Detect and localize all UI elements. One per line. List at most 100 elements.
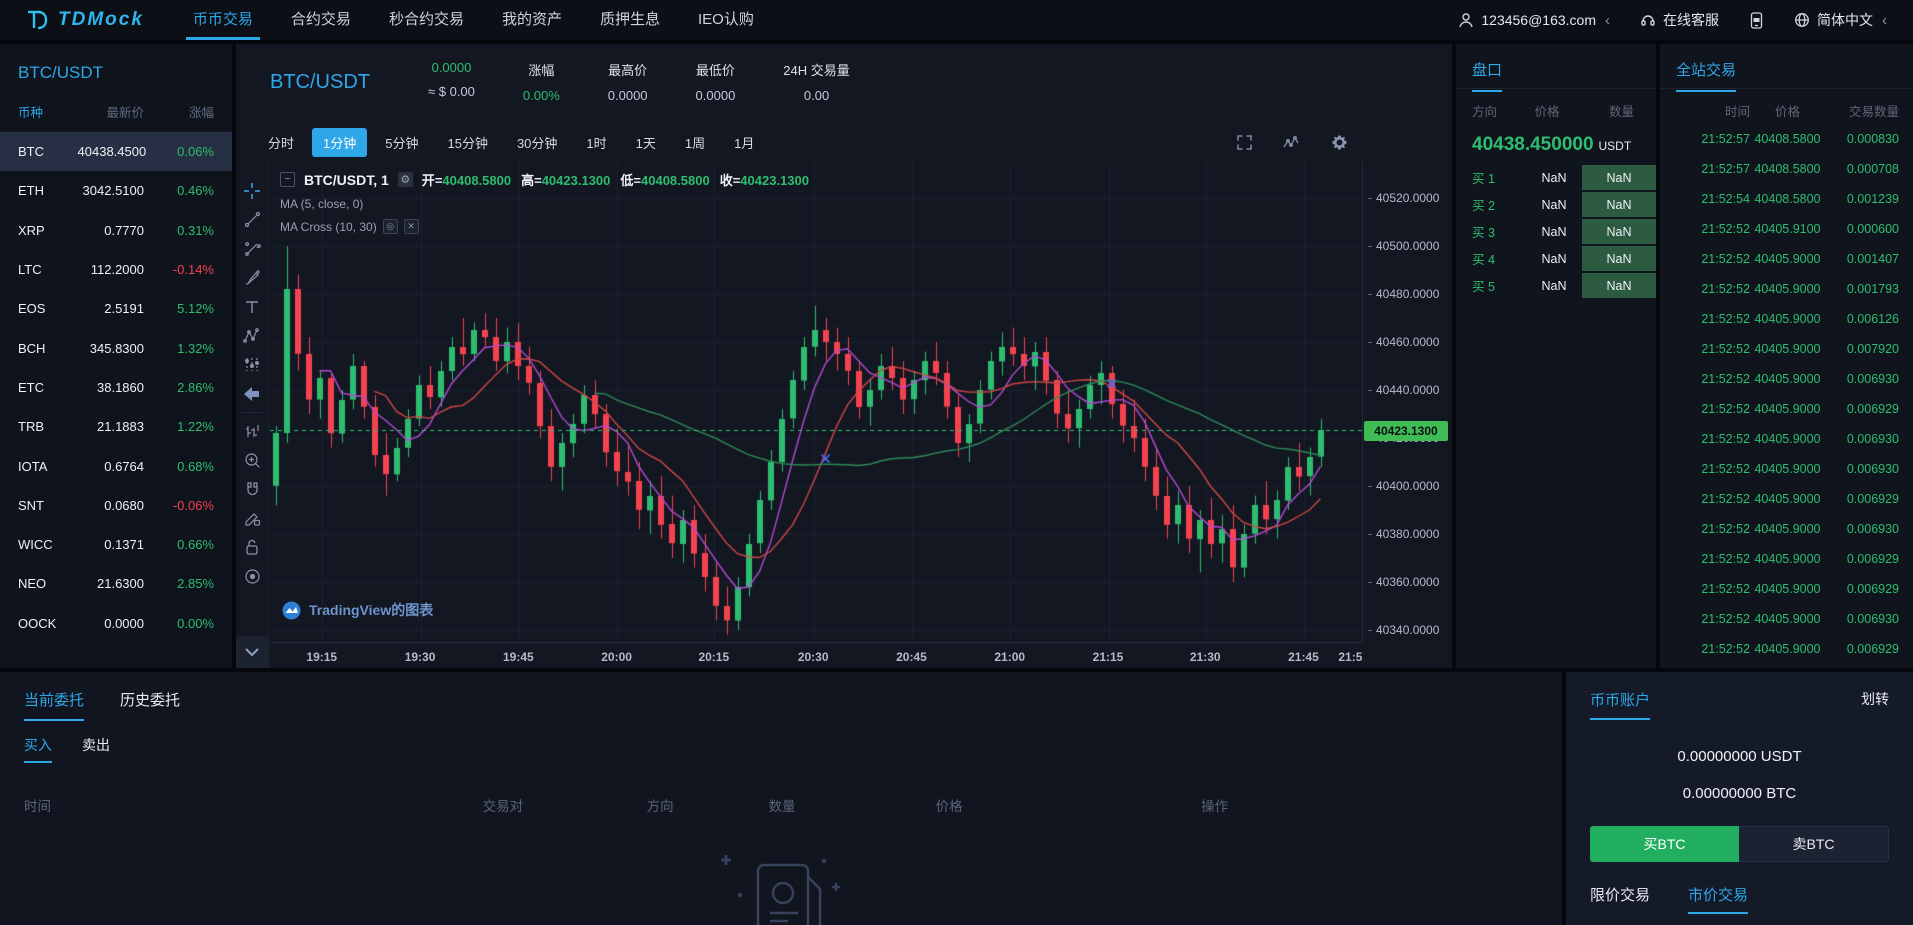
online-support[interactable]: 在线客服 [1640, 10, 1719, 30]
timeframe-1天[interactable]: 1天 [625, 128, 667, 157]
coin-row-IOTA[interactable]: IOTA0.67640.68% [0, 446, 232, 485]
user-account-menu[interactable]: 123456@163.com ‹ [1458, 12, 1610, 29]
trade-row[interactable]: 21:52:5240405.90000.006930 [1660, 364, 1913, 394]
tab-spot-account[interactable]: 币币账户 [1590, 689, 1650, 720]
trade-row[interactable]: 21:52:5240405.90000.006930 [1660, 514, 1913, 544]
indicator-show-icon[interactable]: ◎ [383, 219, 398, 234]
coin-row-EOS[interactable]: EOS2.51915.12% [0, 289, 232, 328]
language-switcher[interactable]: 简体中文 ‹ [1794, 10, 1887, 30]
trade-row[interactable]: 21:52:5740408.58000.000708 [1660, 154, 1913, 184]
transfer-link[interactable]: 划转 [1861, 689, 1889, 709]
price-axis[interactable]: 40520.000040500.000040480.000040460.0000… [1362, 162, 1453, 642]
series-settings-gear-icon[interactable]: ⚙ [398, 172, 413, 187]
trade-row[interactable]: 21:52:5240405.90000.006930 [1660, 424, 1913, 454]
coin-row-TRB[interactable]: TRB21.18831.22% [0, 407, 232, 446]
app-download[interactable] [1749, 12, 1764, 29]
timeframe-1分钟[interactable]: 1分钟 [312, 128, 367, 157]
navbar-right: 123456@163.com ‹ 在线客服 简体中文 ‹ [1458, 10, 1913, 30]
trade-row[interactable]: 21:52:5740408.58000.000830 [1660, 124, 1913, 154]
col-change[interactable]: 涨幅 [158, 102, 214, 121]
draw-edit-icon[interactable] [236, 504, 269, 533]
timeframe-5分钟[interactable]: 5分钟 [374, 128, 429, 157]
trade-row[interactable]: 21:52:5240405.91000.000600 [1660, 214, 1913, 244]
trade-row[interactable]: 21:52:5240405.90000.006929 [1660, 394, 1913, 424]
ohlc-values: 开=40408.5800 高=40423.1300 低=40408.5800 收… [422, 170, 809, 189]
trade-row[interactable]: 21:52:5240405.90000.006930 [1660, 454, 1913, 484]
fullscreen-icon[interactable] [1236, 134, 1253, 151]
coin-row-OOCK[interactable]: OOCK0.00000.00% [0, 604, 232, 643]
timeframe-1周[interactable]: 1周 [674, 128, 716, 157]
orderbook-row[interactable]: 买 3NaNNaN [1456, 218, 1656, 245]
nav-item-合约交易[interactable]: 合约交易 [272, 0, 370, 40]
tab-市价交易[interactable]: 市价交易 [1688, 884, 1748, 914]
trendline-icon[interactable] [236, 205, 269, 234]
nav-item-IEO认购[interactable]: IEO认购 [679, 0, 773, 40]
nav-item-我的资产[interactable]: 我的资产 [483, 0, 581, 40]
trade-row[interactable]: 21:52:5240405.90000.006929 [1660, 574, 1913, 604]
lock-icon[interactable] [236, 533, 269, 562]
coin-row-XRP[interactable]: XRP0.77700.31% [0, 211, 232, 250]
magnet-icon[interactable] [236, 475, 269, 504]
nav-item-质押生息[interactable]: 质押生息 [581, 0, 679, 40]
trade-row[interactable]: 21:52:5240405.90000.006929 [1660, 634, 1913, 664]
coin-row-ETH[interactable]: ETH3042.51000.46% [0, 171, 232, 210]
coin-row-BTC[interactable]: BTC40438.45000.06% [0, 132, 232, 171]
orderbook-row[interactable]: 买 5NaNNaN [1456, 272, 1656, 299]
chart-settings-gear-icon[interactable] [1331, 134, 1348, 151]
bar-pattern-icon[interactable] [236, 417, 269, 446]
collapse-legend-icon[interactable]: − [280, 172, 295, 187]
orderbook-row[interactable]: 买 1NaNNaN [1456, 164, 1656, 191]
subtab-买入[interactable]: 买入 [24, 735, 52, 763]
usdt-balance: 0.00000000 USDT [1566, 738, 1913, 775]
orderbook-row[interactable]: 买 4NaNNaN [1456, 245, 1656, 272]
xabcd-pattern-icon[interactable] [236, 321, 269, 350]
trade-row[interactable]: 21:52:5240405.90000.001793 [1660, 274, 1913, 304]
trade-row[interactable]: 21:52:5240405.90000.006930 [1660, 604, 1913, 634]
timeframe-15分钟[interactable]: 15分钟 [436, 128, 498, 157]
candlestick-chart[interactable] [270, 162, 1362, 642]
coin-change: 0.68% [158, 459, 214, 474]
nav-item-秒合约交易[interactable]: 秒合约交易 [370, 0, 483, 40]
crosshair-icon[interactable] [236, 176, 269, 205]
zoom-in-icon[interactable] [236, 446, 269, 475]
trade-row[interactable]: 21:52:5240405.90000.006929 [1660, 544, 1913, 574]
trade-row[interactable]: 21:52:5240405.90000.006929 [1660, 484, 1913, 514]
timeframe-分时[interactable]: 分时 [257, 128, 305, 157]
timeframe-1月[interactable]: 1月 [723, 128, 765, 157]
logo[interactable]: TDMock [0, 7, 174, 33]
tab-当前委托[interactable]: 当前委托 [24, 689, 84, 721]
time-axis[interactable]: 19:1519:3019:4520:0020:1520:3020:4521:00… [270, 642, 1362, 669]
tab-历史委托[interactable]: 历史委托 [120, 689, 180, 721]
indicator-remove-icon[interactable]: ✕ [404, 219, 419, 234]
hide-drawings-eye-icon[interactable] [236, 562, 269, 591]
text-tool-icon[interactable] [236, 292, 269, 321]
trade-price: 40405.9000 [1750, 522, 1825, 536]
col-coin[interactable]: 币种 [18, 102, 80, 121]
subtab-卖出[interactable]: 卖出 [82, 735, 110, 763]
sell-btc-button[interactable]: 卖BTC [1739, 826, 1889, 862]
coin-row-BCH[interactable]: BCH345.83001.32% [0, 328, 232, 367]
trade-row[interactable]: 21:52:5240405.90000.001407 [1660, 244, 1913, 274]
timeframe-30分钟[interactable]: 30分钟 [506, 128, 568, 157]
nav-item-币币交易[interactable]: 币币交易 [174, 0, 272, 40]
coin-row-NEO[interactable]: NEO21.63002.85% [0, 564, 232, 603]
tab-限价交易[interactable]: 限价交易 [1590, 884, 1650, 914]
buy-btc-button[interactable]: 买BTC [1590, 826, 1739, 862]
coin-row-SNT[interactable]: SNT0.0680-0.06% [0, 486, 232, 525]
orderbook-row[interactable]: 买 2NaNNaN [1456, 191, 1656, 218]
collapse-toolbar-chevron-icon[interactable] [236, 636, 269, 668]
coin-row-ETC[interactable]: ETC38.18602.86% [0, 368, 232, 407]
indicator-icon[interactable] [1283, 135, 1301, 150]
brush-icon[interactable] [236, 263, 269, 292]
timeframe-1时[interactable]: 1时 [575, 128, 617, 157]
tradingview-attribution[interactable]: TradingView的图表 [282, 600, 433, 620]
trade-row[interactable]: 21:52:5240405.90000.006126 [1660, 304, 1913, 334]
forecast-icon[interactable] [236, 350, 269, 379]
coin-row-LTC[interactable]: LTC112.2000-0.14% [0, 250, 232, 289]
trade-row[interactable]: 21:52:5440408.58000.001239 [1660, 184, 1913, 214]
coin-row-WICC[interactable]: WICC0.13710.66% [0, 525, 232, 564]
arrow-left-icon[interactable] [236, 379, 269, 408]
pitchfork-icon[interactable] [236, 234, 269, 263]
trade-row[interactable]: 21:52:5240405.90000.007920 [1660, 334, 1913, 364]
col-last-price[interactable]: 最新价 [80, 102, 158, 121]
